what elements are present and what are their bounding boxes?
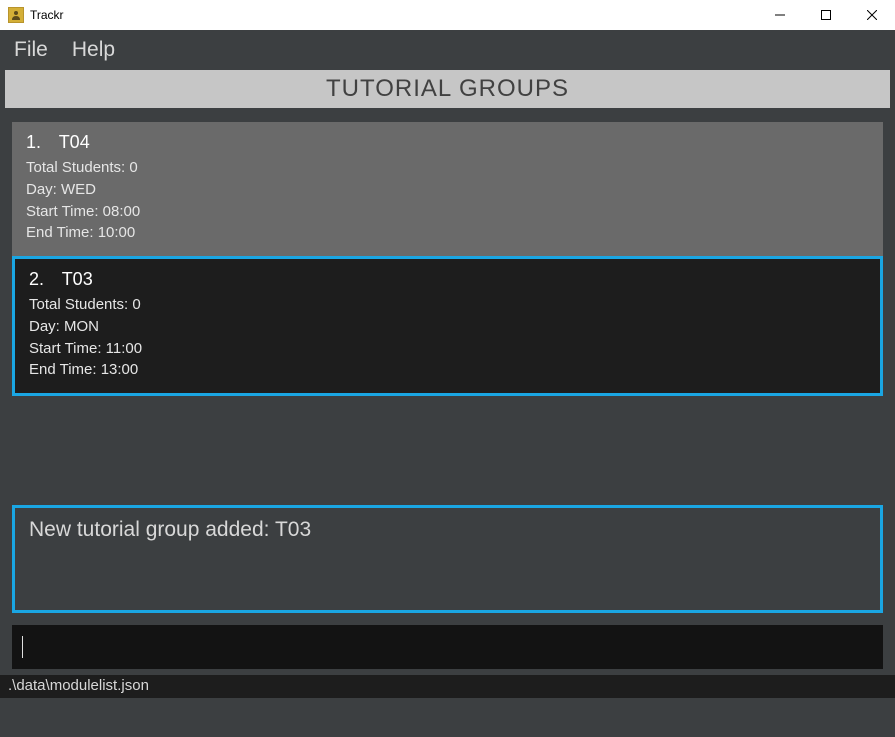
titlebar: Trackr [0,0,895,30]
result-text: New tutorial group added: T03 [29,518,311,541]
list-item-students: Total Students: 0 [29,294,866,316]
command-input[interactable] [23,638,873,656]
window-title: Trackr [30,8,64,22]
titlebar-left: Trackr [8,7,64,23]
list-item-name: T04 [59,132,90,152]
group-list: 1. T04 Total Students: 0 Day: WED Start … [12,122,883,487]
command-box[interactable] [12,625,883,669]
app-body: File Help TUTORIAL GROUPS 1. T04 Total S… [0,30,895,737]
list-item-name: T03 [62,269,93,289]
result-display: New tutorial group added: T03 [12,505,883,613]
list-item-day: Day: WED [26,179,869,201]
maximize-button[interactable] [803,0,849,30]
list-item-start: Start Time: 11:00 [29,338,866,360]
list-item-end: End Time: 13:00 [29,359,866,381]
app-icon [8,7,24,23]
list-item[interactable]: 1. T04 Total Students: 0 Day: WED Start … [12,122,883,256]
list-item-end: End Time: 10:00 [26,222,869,244]
menubar: File Help [0,30,895,70]
list-item-day: Day: MON [29,316,866,338]
menu-help[interactable]: Help [72,38,115,62]
close-icon [867,10,877,20]
list-item-title: 1. T04 [26,132,869,153]
list-item-index: 1. [26,132,54,153]
section-header: TUTORIAL GROUPS [5,70,890,108]
minimize-icon [775,10,785,20]
status-path: .\data\modulelist.json [8,677,149,694]
list-item-title: 2. T03 [29,269,866,290]
window-controls [757,0,895,30]
statusbar: .\data\modulelist.json [0,675,895,698]
app-window: Trackr File Help TUTORIAL GROUPS 1. T0 [0,0,895,737]
list-item[interactable]: 2. T03 Total Students: 0 Day: MON Start … [12,256,883,396]
minimize-button[interactable] [757,0,803,30]
menu-file[interactable]: File [14,38,48,62]
list-item-start: Start Time: 08:00 [26,201,869,223]
list-item-index: 2. [29,269,57,290]
list-item-students: Total Students: 0 [26,157,869,179]
close-button[interactable] [849,0,895,30]
maximize-icon [821,10,831,20]
